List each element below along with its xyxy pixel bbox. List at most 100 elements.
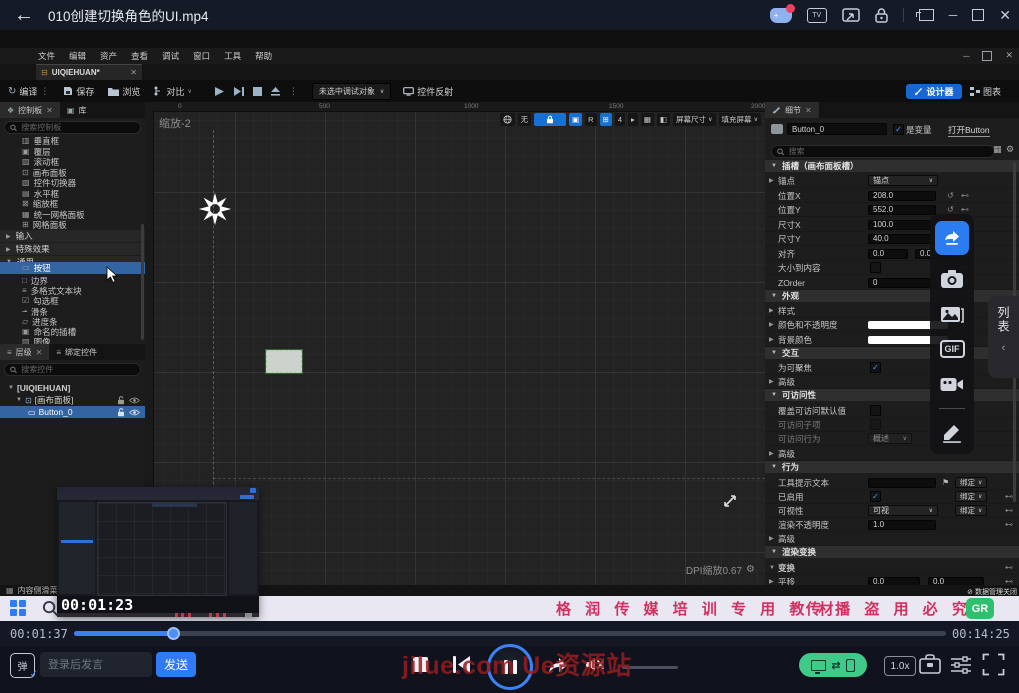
palette-item[interactable]: ╼滑条 <box>0 307 145 318</box>
localization-globe-icon[interactable] <box>500 113 515 126</box>
share-export-button[interactable] <box>935 221 969 255</box>
is-variable-checkbox[interactable]: ✓ <box>893 124 904 135</box>
palette-item[interactable]: ▣命名的插槽 <box>0 327 145 338</box>
designer-button[interactable]: 设计器 <box>906 84 962 99</box>
visibility-eye-icon[interactable] <box>129 409 140 416</box>
flag-icon[interactable]: ⚑ <box>942 478 949 487</box>
close-button[interactable]: ✕ <box>999 7 1011 24</box>
hierarchy-search[interactable] <box>4 363 141 376</box>
tree-canvas-panel[interactable]: ▼ ⊡ [画布面板] <box>0 394 145 406</box>
position-y-field[interactable]: 552.0 <box>868 205 936 215</box>
tab-close-icon[interactable]: ✕ <box>46 106 53 115</box>
browse-button[interactable]: 浏览 <box>108 85 140 98</box>
lock-icon[interactable] <box>875 8 888 23</box>
section-render-transform[interactable]: ▼渲染变换 <box>765 546 1019 558</box>
lock-toggle[interactable] <box>534 113 566 126</box>
tab-hierarchy[interactable]: ≡ 层级 ✕ <box>0 344 49 360</box>
back-button[interactable]: ← <box>14 4 34 27</box>
seek-track[interactable] <box>74 631 946 636</box>
enabled-bind-dropdown[interactable]: 绑定∨ <box>955 491 987 502</box>
ue-close-icon[interactable]: ✕ <box>1005 50 1013 61</box>
palette-item[interactable]: ☑勾选框 <box>0 296 145 307</box>
tab-bind-widgets[interactable]: ≡ 绑定控件 <box>49 344 104 360</box>
resize-handle-icon[interactable] <box>723 494 737 508</box>
gif-record-button[interactable]: GIF <box>939 338 965 360</box>
render-opacity-field[interactable]: 1.0 <box>868 520 936 530</box>
respect-locks-toggle[interactable]: ▣ <box>569 113 582 126</box>
ue-menu-item[interactable]: 调试 <box>162 50 179 62</box>
safe-zone-icon[interactable]: ◧ <box>657 113 670 126</box>
bind-plug-icon[interactable]: ⊷ <box>961 205 969 214</box>
palette-item[interactable]: ▨滚动框 <box>0 157 145 168</box>
camera-screenshot-button[interactable] <box>939 268 965 290</box>
palette-item[interactable]: ≡多格式文本块 <box>0 286 145 297</box>
ue-menu-item[interactable]: 资产 <box>100 50 117 62</box>
localization-none[interactable]: 无 <box>518 113 532 126</box>
tooltip-bind-dropdown[interactable]: 绑定∨ <box>955 477 987 488</box>
palette-item[interactable]: ▣覆层 <box>0 147 145 158</box>
anchors-dropdown[interactable]: 锚点∨ <box>868 175 938 186</box>
advanced-label[interactable]: 高级 <box>778 376 795 388</box>
size-x-field[interactable]: 100.0 <box>868 220 936 230</box>
palette-scrollbar[interactable] <box>141 224 144 340</box>
position-x-field[interactable]: 208.0 <box>868 191 936 201</box>
stop-icon[interactable] <box>253 87 262 96</box>
tv-cast-icon[interactable]: TV <box>807 8 827 23</box>
palette-item[interactable]: ▦统一网格面板 <box>0 210 145 221</box>
bind-plug-icon[interactable]: ⊷ <box>1005 520 1013 529</box>
focusable-checkbox[interactable]: ✓ <box>870 362 881 373</box>
ue-restore-icon[interactable] <box>982 51 992 61</box>
revert-icon[interactable]: ↺ <box>947 205 954 214</box>
visibility-bind-dropdown[interactable]: 绑定∨ <box>955 505 987 516</box>
details-view-options-icon[interactable]: ▦ <box>993 144 1002 155</box>
section-accessibility[interactable]: ▼可访问性 <box>765 389 1019 401</box>
enabled-checkbox[interactable]: ✓ <box>870 491 881 502</box>
details-settings-gear-icon[interactable]: ⚙ <box>1006 144 1014 155</box>
zorder-field[interactable]: 0 <box>868 278 936 288</box>
debug-object-dropdown[interactable]: 未选中调试对象∨ <box>312 83 391 100</box>
bind-plug-icon[interactable]: ⊷ <box>1005 506 1013 515</box>
details-search[interactable] <box>771 145 995 158</box>
tree-button-node[interactable]: ▭ Button_0 <box>0 406 145 418</box>
bind-plug-icon[interactable]: ⊷ <box>1005 563 1013 572</box>
snap-size[interactable]: 4 <box>615 113 625 126</box>
preview-close-icon[interactable] <box>250 488 256 493</box>
category-input[interactable]: ▶输入 <box>0 230 145 242</box>
visibility-eye-icon[interactable] <box>129 397 140 404</box>
tab-close-icon[interactable]: ✕ <box>36 348 43 357</box>
alignment-x-field[interactable]: 0.0 <box>868 249 908 259</box>
chat-input[interactable] <box>40 652 152 677</box>
style-label[interactable]: 样式 <box>778 305 795 317</box>
frame-skip-icon[interactable] <box>233 86 245 97</box>
bind-plug-icon[interactable]: ⊷ <box>1005 492 1013 501</box>
section-appearance[interactable]: ▼外观 <box>765 290 1019 302</box>
r-toggle[interactable]: R <box>585 113 596 126</box>
seek-thumb[interactable] <box>167 627 180 640</box>
video-record-button[interactable] <box>939 373 965 395</box>
windows-start-icon[interactable] <box>10 600 26 616</box>
grid-snap-toggle[interactable]: ⊞ <box>600 113 612 126</box>
preview-bg-icon[interactable]: ▦ <box>641 113 654 126</box>
open-button-link[interactable]: 打开Button <box>948 124 990 137</box>
settings-sliders-button[interactable] <box>950 654 972 675</box>
tab-close-icon[interactable]: ✕ <box>130 68 137 77</box>
toolbox-button[interactable] <box>918 653 942 676</box>
fullscreen-button[interactable] <box>982 653 1005 676</box>
category-special-effects[interactable]: ▶特殊效果 <box>0 243 145 255</box>
bind-plug-icon[interactable]: ⊷ <box>961 191 969 200</box>
tab-library[interactable]: ▣ 库 <box>60 102 94 118</box>
diff-button[interactable]: 对比∨ <box>154 85 191 98</box>
list-side-tab[interactable]: 列表 ‹ <box>988 296 1019 378</box>
graph-button[interactable]: 图表 <box>970 84 1001 99</box>
section-interaction[interactable]: ▼交互 <box>765 347 1019 359</box>
playback-speed-button[interactable]: 1.0x <box>884 656 916 676</box>
tooltip-field[interactable] <box>868 478 936 488</box>
palette-search[interactable] <box>4 121 141 134</box>
palette-item[interactable]: ▭按钮 <box>0 262 145 274</box>
advanced-label[interactable]: 高级 <box>778 533 795 545</box>
compile-button[interactable]: ↻编译⋮ <box>8 85 49 98</box>
fill-screen-dropdown[interactable]: 填充屏幕 ∨ <box>719 113 762 126</box>
section-slot[interactable]: ▼插槽（画布面板槽） <box>765 160 1019 172</box>
ue-menu-item[interactable]: 窗口 <box>193 50 210 62</box>
danmaku-toggle[interactable]: 弹 ✓ <box>10 653 35 678</box>
